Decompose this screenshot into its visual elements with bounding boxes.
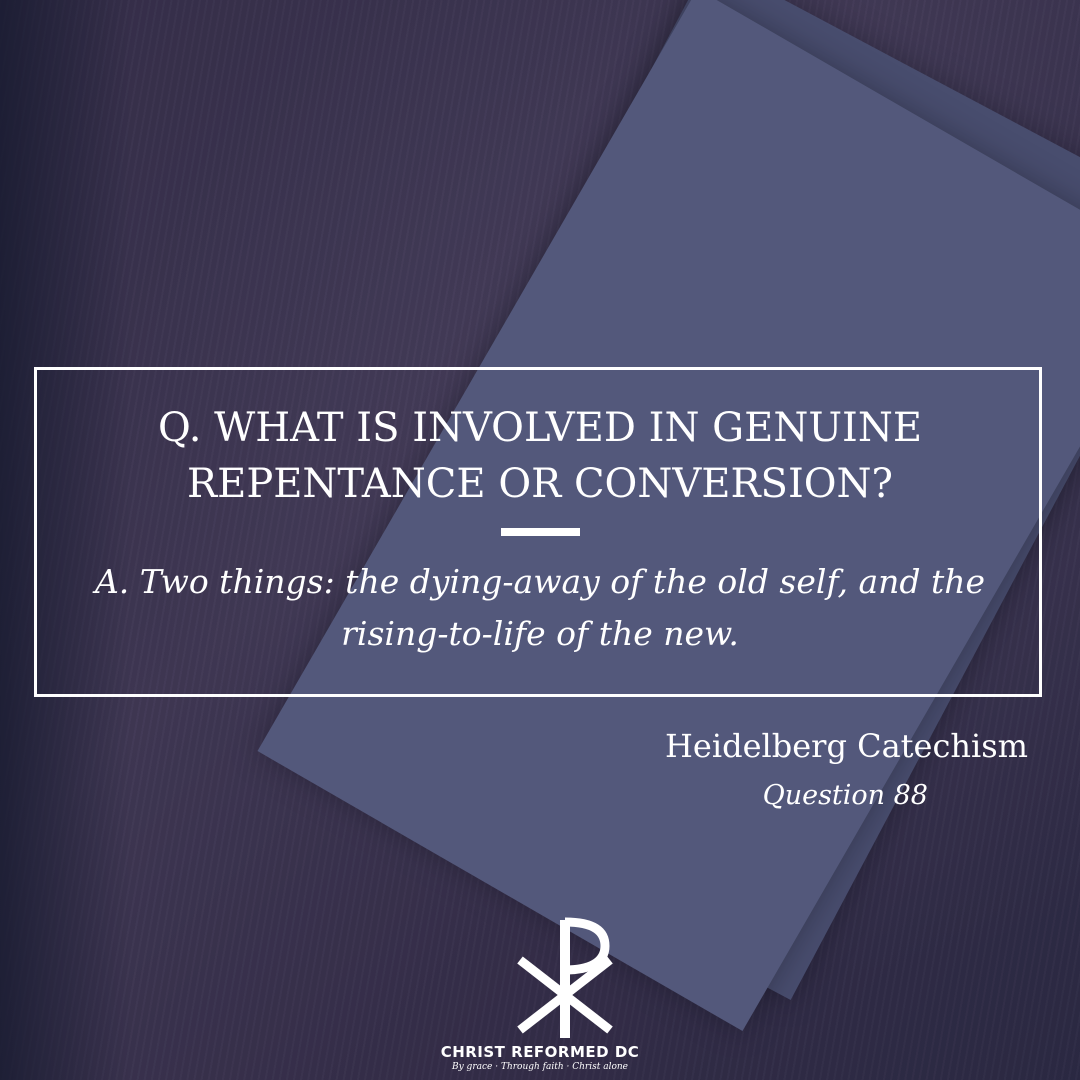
brand-name: CHRIST REFORMED DC: [440, 1043, 640, 1061]
divider-bar: [501, 528, 580, 536]
answer-text: A. Two things: the dying-away of the old…: [94, 562, 986, 653]
chi-rho-icon: [517, 917, 613, 1038]
question-text: Q. What is involved in genuine repentanc…: [157, 405, 923, 507]
social-post-canvas: Q. What is involved in genuine repentanc…: [0, 0, 1080, 1080]
source-question-number: Question 88: [762, 780, 928, 811]
source-title: Heidelberg Catechism: [665, 727, 1028, 765]
brand-tagline: By grace · Through faith · Christ alone: [452, 1062, 628, 1072]
